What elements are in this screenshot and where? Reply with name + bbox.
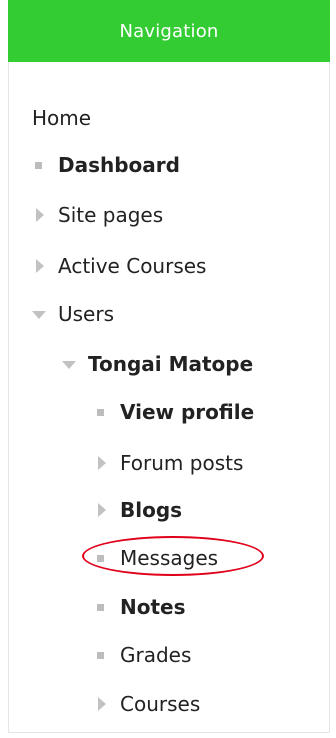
nav-item-blogs[interactable]: Blogs <box>94 490 182 530</box>
nav-item-label: View profile <box>120 400 255 424</box>
nav-item-label: Blogs <box>120 498 183 522</box>
nav-item-label: Tongai Matope <box>88 352 254 376</box>
nav-item-label: Forum posts <box>120 451 244 475</box>
nav-item-label: Grades <box>120 643 192 667</box>
nav-item-label: Users <box>58 302 115 326</box>
nav-item-grades[interactable]: Grades <box>94 635 191 675</box>
collapse-arrow-icon[interactable] <box>32 304 58 324</box>
nav-item-notes[interactable]: Notes <box>94 587 186 627</box>
nav-item-forum-posts[interactable]: Forum posts <box>94 443 243 483</box>
navigation-block-title: Navigation <box>119 20 219 42</box>
bullet-icon <box>94 597 120 617</box>
nav-item-label: Site pages <box>58 203 164 227</box>
nav-item-users[interactable]: Users <box>32 294 114 334</box>
nav-item-label: Courses <box>120 692 201 716</box>
nav-item-site-pages[interactable]: Site pages <box>32 195 163 235</box>
nav-item-label: Dashboard <box>58 153 180 177</box>
expand-arrow-icon[interactable] <box>32 256 58 276</box>
nav-item-label: Active Courses <box>58 254 207 278</box>
bullet-icon <box>94 645 120 665</box>
nav-item-courses[interactable]: Courses <box>94 684 200 724</box>
expand-arrow-icon[interactable] <box>94 694 120 714</box>
expand-arrow-icon[interactable] <box>94 500 120 520</box>
expand-arrow-icon[interactable] <box>94 453 120 473</box>
bullet-icon <box>94 402 120 422</box>
nav-item-active-courses[interactable]: Active Courses <box>32 246 206 286</box>
collapse-arrow-icon[interactable] <box>62 354 88 374</box>
annotation-ring <box>82 536 264 576</box>
nav-item-label: Notes <box>120 595 186 619</box>
nav-item-view-profile[interactable]: View profile <box>94 392 254 432</box>
navigation-block-header[interactable]: Navigation <box>8 0 330 62</box>
nav-item-home[interactable]: Home <box>32 98 91 138</box>
expand-arrow-icon[interactable] <box>32 205 58 225</box>
nav-item-user-tongai-matope[interactable]: Tongai Matope <box>62 344 253 384</box>
nav-item-dashboard[interactable]: Dashboard <box>32 145 180 185</box>
nav-item-label: Home <box>32 106 92 130</box>
bullet-icon <box>32 155 58 175</box>
